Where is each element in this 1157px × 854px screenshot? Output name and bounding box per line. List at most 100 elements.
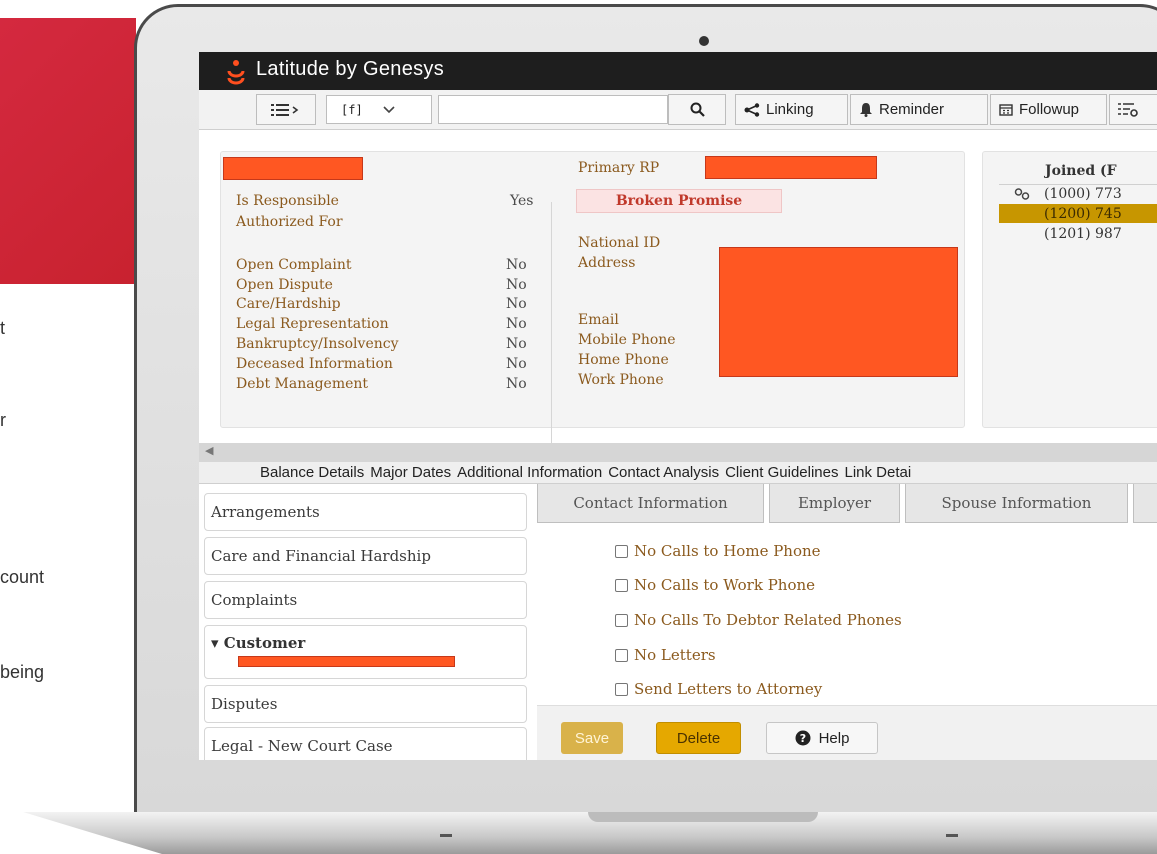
option-label: No Calls to Work Phone — [634, 576, 816, 594]
screen: Latitude by Genesys [f] Linking Reminder… — [199, 52, 1157, 760]
option-no-letters[interactable]: No Letters — [615, 646, 716, 664]
option-label: No Calls To Debtor Related Phones — [634, 611, 902, 629]
search-input[interactable] — [438, 95, 668, 124]
summary-value: No — [506, 257, 527, 273]
sidebar-item-label: Care and Financial Hardship — [211, 547, 431, 565]
field-select[interactable]: [f] — [326, 95, 432, 124]
checkbox[interactable] — [615, 648, 628, 662]
subtab-spouse-information[interactable]: Spouse Information — [905, 484, 1128, 523]
menu-toggle-button[interactable] — [256, 94, 316, 125]
laptop-foot — [440, 834, 452, 837]
tab-major-dates[interactable]: Major Dates — [370, 464, 451, 481]
redacted-contact-details — [719, 247, 958, 377]
checkbox[interactable] — [615, 578, 628, 592]
sidebar-item-care-hardship[interactable]: Care and Financial Hardship — [204, 537, 527, 575]
summary-label: Authorized For — [236, 214, 343, 230]
followup-label: Followup — [1019, 101, 1080, 118]
reminder-label: Reminder — [879, 101, 945, 118]
national-id-label: National ID — [578, 235, 661, 251]
sidebar-item-arrangements[interactable]: Arrangements — [204, 493, 527, 531]
tab-contact-analysis[interactable]: Contact Analysis — [608, 464, 719, 481]
option-no-calls-home[interactable]: No Calls to Home Phone — [615, 542, 821, 560]
checkbox[interactable] — [615, 682, 628, 696]
tab-client-guidelines[interactable]: Client Guidelines — [725, 464, 838, 481]
search-icon — [690, 102, 705, 117]
summary-label: Deceased Information — [236, 356, 393, 372]
followup-button[interactable]: Followup — [990, 94, 1107, 125]
delete-button[interactable]: Delete — [656, 722, 741, 754]
sidebar-item-legal-court-case[interactable]: Legal - New Court Case — [204, 727, 527, 760]
help-label: Help — [818, 729, 850, 747]
joined-row-value: (1200) 745 — [1044, 204, 1157, 223]
status-badge: Broken Promise — [576, 189, 782, 213]
joined-row[interactable]: (1000) 773 — [999, 184, 1157, 203]
slide-text-fragment: t — [0, 318, 6, 338]
joined-row[interactable]: (1201) 987 — [999, 224, 1157, 243]
search-button[interactable] — [668, 94, 726, 125]
option-send-letters-attorney[interactable]: Send Letters to Attorney — [615, 680, 822, 698]
redacted-customer-name — [238, 656, 455, 667]
sidebar-item-label: Complaints — [211, 591, 298, 609]
genesys-logo-icon — [227, 60, 245, 85]
help-icon: ? — [795, 730, 811, 746]
list-settings-icon — [1118, 102, 1138, 117]
summary-value: No — [506, 296, 527, 312]
scroll-left-icon[interactable]: ◀ — [205, 444, 213, 457]
sidebar-item-label: Disputes — [211, 695, 278, 713]
app-title: Latitude by Genesys — [256, 58, 445, 80]
option-label: No Calls to Home Phone — [634, 542, 821, 560]
slide-text-fragment: being — [0, 662, 45, 682]
subtab-contact-information[interactable]: Contact Information — [537, 484, 764, 523]
checkbox[interactable] — [615, 544, 628, 558]
summary-value: Yes — [510, 193, 534, 209]
option-label: Send Letters to Attorney — [634, 680, 823, 698]
sidebar-item-label: Legal - New Court Case — [211, 737, 393, 755]
webcam — [699, 36, 709, 46]
summary-value: No — [506, 277, 527, 293]
reminder-button[interactable]: Reminder — [850, 94, 988, 125]
tab-additional-information[interactable]: Additional Information — [457, 464, 602, 481]
help-button[interactable]: ? Help — [766, 722, 878, 754]
summary-label: Open Dispute — [236, 277, 333, 293]
joined-row-selected[interactable]: (1200) 745 — [999, 204, 1157, 223]
subtab-more[interactable] — [1133, 484, 1157, 523]
list-menu-icon — [271, 103, 299, 116]
linking-label: Linking — [766, 101, 814, 118]
slide-red-block — [0, 18, 136, 284]
slide-text-fragment: count — [0, 567, 45, 587]
linking-button[interactable]: Linking — [735, 94, 848, 125]
sidebar-item-label: Arrangements — [211, 503, 320, 521]
option-no-calls-work[interactable]: No Calls to Work Phone — [615, 576, 815, 594]
field-select-value: [f] — [341, 102, 363, 117]
horizontal-scrollbar[interactable]: ◀ — [199, 443, 1157, 462]
redacted-name — [223, 157, 363, 180]
option-no-calls-debtor-related[interactable]: No Calls To Debtor Related Phones — [615, 611, 902, 629]
laptop-base — [23, 812, 1157, 854]
summary-label: Care/Hardship — [236, 296, 341, 312]
caret-down-icon: ▾ — [211, 634, 219, 652]
tab-balance-details[interactable]: Balance Details — [260, 464, 364, 481]
summary-label: Legal Representation — [236, 316, 389, 332]
save-button[interactable]: Save — [561, 722, 623, 754]
subtab-employer[interactable]: Employer — [769, 484, 900, 523]
bell-icon — [860, 103, 872, 117]
work-phone-label: Work Phone — [578, 372, 664, 388]
laptop-foot — [946, 834, 958, 837]
joined-row-value: (1000) 773 — [1044, 186, 1122, 202]
list-settings-button[interactable] — [1109, 94, 1157, 125]
mobile-phone-label: Mobile Phone — [578, 332, 676, 348]
summary-value: No — [506, 356, 527, 372]
summary-label: Debt Management — [236, 376, 369, 392]
sidebar-item-complaints[interactable]: Complaints — [204, 581, 527, 619]
svg-text:?: ? — [799, 732, 805, 745]
option-label: No Letters — [634, 646, 716, 664]
toolbar: [f] Linking Reminder Followup — [199, 90, 1157, 130]
email-label: Email — [578, 312, 619, 328]
sidebar-item-disputes[interactable]: Disputes — [204, 685, 527, 723]
laptop-notch — [588, 812, 818, 822]
redacted-primary-rp — [705, 156, 877, 179]
tab-link-details[interactable]: Link Detai — [844, 464, 911, 481]
primary-rp-label: Primary RP — [578, 160, 660, 176]
checkbox[interactable] — [615, 613, 628, 627]
sidebar-item-customer[interactable]: ▾ Customer — [204, 625, 527, 679]
